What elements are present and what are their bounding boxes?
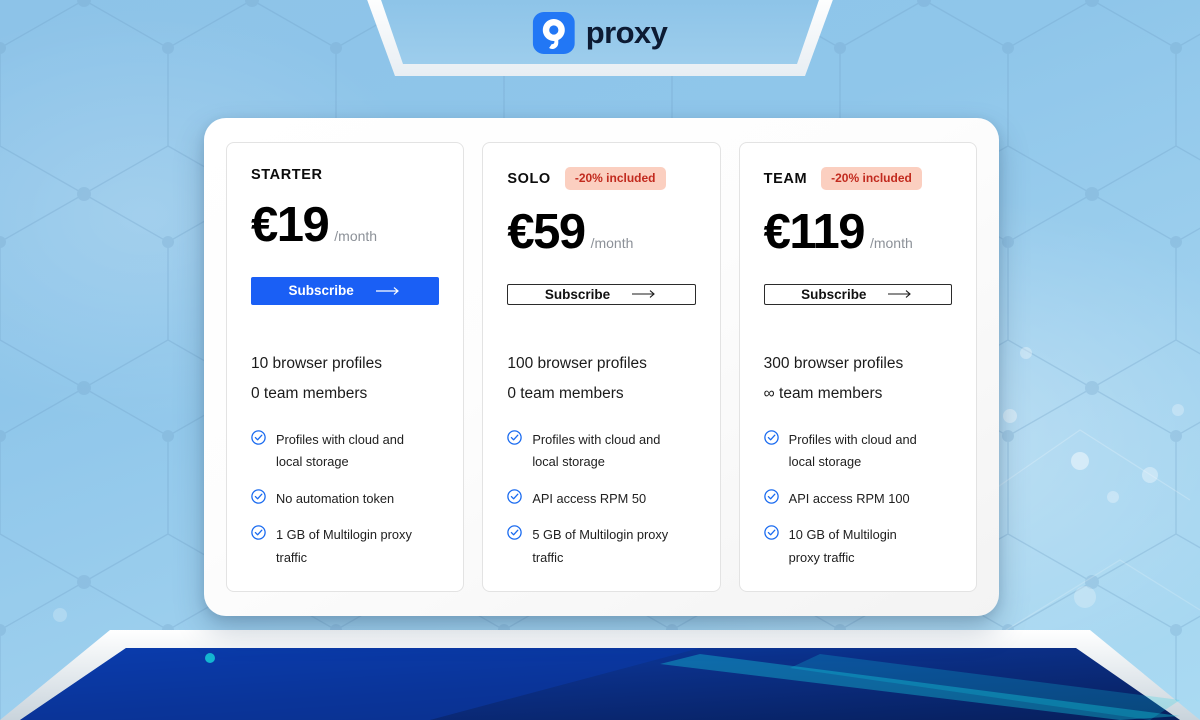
plan-card-solo[interactable]: SOLO -20% included €59 /month Subscribe … [482,142,721,592]
plan-card-team[interactable]: TEAM -20% included €119 /month Subscribe… [738,142,977,592]
plan-quotas: 100 browser profiles 0 team members [507,349,695,409]
arrow-right-icon [632,289,658,299]
check-circle-icon [251,525,266,545]
plan-features: Profiles with cloud and local storage AP… [507,429,695,569]
nine-proxy-logo-icon [532,12,575,54]
price-amount: €19 [251,198,330,253]
check-circle-icon [507,525,523,545]
check-circle-icon [507,489,523,509]
quota-line: 0 team members [251,384,368,402]
price-row: €19 /month [251,201,439,250]
arrow-right-icon [375,286,402,296]
feature-item: 5 GB of Multilogin proxy traffic [507,524,695,569]
price-amount: €59 [507,205,586,259]
price-row: €59 /month [507,208,695,257]
discount-badge: -20% included [821,167,922,190]
feature-text: API access RPM 100 [788,490,910,506]
arrow-right-icon [888,289,914,299]
feature-item: API access RPM 50 [507,488,695,510]
price-period: /month [590,235,634,251]
subscribe-button-label: Subscribe [801,286,867,302]
pricing-table: STARTER €19 /month Subscribe 10 browser … [204,118,999,616]
feature-text: No automation token [276,490,395,506]
price-period: /month [334,228,378,245]
check-circle-icon [763,489,779,509]
check-circle-icon [507,430,523,450]
subscribe-button-label: Subscribe [544,286,611,302]
quota-line: 10 browser profiles [251,354,382,372]
pricing-promo-stage: proxy STARTER €19 /month Subscribe 10 br… [0,0,1200,720]
price-period: /month [869,235,913,251]
plan-features: Profiles with cloud and local storage No… [251,429,439,569]
feature-item: 10 GB of Multilogin proxy traffic [763,524,952,569]
feature-text: 1 GB of Multilogin proxy traffic [276,527,412,565]
plan-card-starter[interactable]: STARTER €19 /month Subscribe 10 browser … [226,142,465,592]
discount-badge: -20% included [564,167,666,190]
subscribe-button[interactable]: Subscribe [763,284,952,305]
brand-name: proxy [585,15,668,50]
plan-features: Profiles with cloud and local storage AP… [763,429,952,569]
plan-name: SOLO [507,170,551,187]
quota-line: 0 team members [507,384,624,402]
quota-line: ∞ team members [763,384,883,402]
quota-line: 100 browser profiles [507,354,647,372]
plan-header: STARTER [251,167,439,183]
quota-line: 300 browser profiles [763,354,904,372]
brand-logo: proxy [532,12,668,54]
feature-text: Profiles with cloud and local storage [788,432,917,470]
subscribe-button[interactable]: Subscribe [251,277,440,305]
feature-text: 5 GB of Multilogin proxy traffic [532,527,669,565]
feature-text: API access RPM 50 [532,490,647,506]
subscribe-button[interactable]: Subscribe [507,284,696,305]
feature-item: Profiles with cloud and local storage [251,429,439,474]
price-amount: €119 [763,205,866,259]
plan-name: STARTER [251,167,323,184]
feature-text: Profiles with cloud and local storage [532,432,661,470]
subscribe-button-label: Subscribe [288,283,354,299]
check-circle-icon [251,489,266,509]
feature-text: Profiles with cloud and local storage [276,432,405,470]
feature-item: 1 GB of Multilogin proxy traffic [251,524,439,569]
feature-item: Profiles with cloud and local storage [507,429,695,474]
laptop-screen-bottom-decoration-icon [0,630,1200,720]
plan-header: SOLO -20% included [507,167,695,190]
feature-text: 10 GB of Multilogin proxy traffic [788,527,897,565]
check-circle-icon [251,430,266,450]
check-circle-icon [763,430,779,450]
plan-quotas: 300 browser profiles ∞ team members [764,349,952,409]
feature-item: API access RPM 100 [763,488,952,510]
price-row: €119 /month [764,208,952,257]
plan-name: TEAM [763,170,808,187]
feature-item: Profiles with cloud and local storage [763,429,952,474]
check-circle-icon [763,525,779,545]
feature-item: No automation token [251,488,439,510]
plan-header: TEAM -20% included [764,167,952,190]
plan-quotas: 10 browser profiles 0 team members [251,349,439,409]
